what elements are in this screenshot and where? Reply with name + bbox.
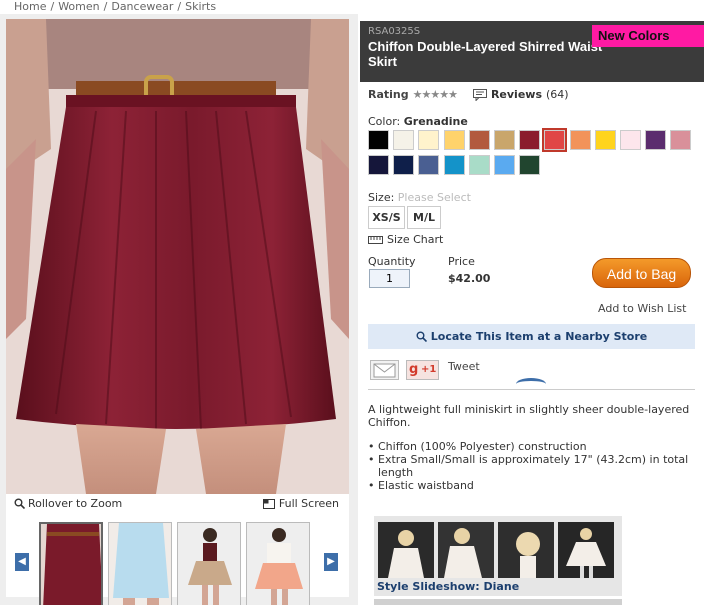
new-colors-badge: New Colors xyxy=(592,25,704,47)
breadcrumb: Home / Women / Dancewear / Skirts xyxy=(14,0,217,13)
color-swatch[interactable] xyxy=(443,130,465,150)
product-details-panel: RSA0325S Chiffon Double-Layered Shirred … xyxy=(358,14,704,605)
divider xyxy=(368,389,695,390)
size-chart-link[interactable]: Size Chart xyxy=(368,233,443,246)
feature-item: Extra Small/Small is approximately 17" (… xyxy=(368,453,698,479)
color-swatch[interactable] xyxy=(569,130,591,150)
reviews-link[interactable]: Reviews (64) xyxy=(472,88,569,101)
quantity-label: Quantity xyxy=(368,255,416,268)
color-swatch[interactable] xyxy=(645,130,667,150)
color-swatch[interactable] xyxy=(468,155,490,175)
thumbnail-4[interactable] xyxy=(246,522,310,605)
thumbnail-3[interactable] xyxy=(177,522,241,605)
product-features: Chiffon (100% Polyester) construction Ex… xyxy=(368,440,698,492)
google-plus-one-button[interactable]: g +1 xyxy=(406,360,439,380)
thumb-prev-button[interactable]: ◀ xyxy=(15,553,29,571)
size-option-xs-s[interactable]: XS/S xyxy=(368,206,405,229)
fullscreen-control[interactable]: Full Screen xyxy=(262,497,339,510)
color-swatch[interactable] xyxy=(594,130,616,150)
main-product-image[interactable] xyxy=(6,19,349,494)
feature-item: Chiffon (100% Polyester) construction xyxy=(368,440,698,453)
plus-one-label: +1 xyxy=(421,364,437,375)
price-label: Price xyxy=(448,255,475,268)
product-sku: RSA0325S xyxy=(368,26,421,37)
search-icon xyxy=(416,331,427,342)
locate-store-button[interactable]: Locate This Item at a Nearby Store xyxy=(368,324,695,349)
thumbnail-1[interactable] xyxy=(39,522,103,605)
color-swatch[interactable] xyxy=(494,130,515,150)
color-swatch[interactable] xyxy=(670,130,692,150)
size-placeholder: Please Select xyxy=(397,191,471,204)
color-swatch[interactable] xyxy=(418,155,440,175)
breadcrumb-home[interactable]: Home xyxy=(14,0,46,13)
magnifier-icon xyxy=(14,498,25,509)
thumbnail-2[interactable] xyxy=(108,522,172,605)
zoom-control[interactable]: Rollover to Zoom xyxy=(14,497,122,510)
slideshow-image-4[interactable] xyxy=(558,522,614,578)
rating-row: Rating ★★★★★ Reviews (64) xyxy=(368,88,569,101)
size-option-m-l[interactable]: M/L xyxy=(407,206,441,229)
color-swatch[interactable] xyxy=(542,128,568,152)
google-plus-icon: g xyxy=(409,362,419,377)
product-description: A lightweight full miniskirt in slightly… xyxy=(368,403,690,429)
size-label: Size: Please Select xyxy=(368,191,471,204)
breadcrumb-skirts[interactable]: Skirts xyxy=(185,0,216,13)
rating-label: Rating xyxy=(368,88,409,101)
breadcrumb-dancewear[interactable]: Dancewear xyxy=(111,0,173,13)
color-swatch[interactable] xyxy=(494,155,515,175)
color-swatch[interactable] xyxy=(418,130,440,150)
add-to-wish-list-link[interactable]: Add to Wish List xyxy=(598,302,686,315)
slideshow-image-3[interactable] xyxy=(498,522,554,578)
thumbnail-strip: ◀ ▶ xyxy=(6,511,349,605)
product-image-panel: Rollover to Zoom Full Screen ◀ ▶ xyxy=(0,14,358,605)
thumb-next-button[interactable]: ▶ xyxy=(324,553,338,571)
selected-color-name: Grenadine xyxy=(403,115,468,128)
color-swatch[interactable] xyxy=(519,130,541,150)
reviews-count: (64) xyxy=(546,88,569,101)
style-slideshow[interactable]: Style Slideshow: Diane xyxy=(374,516,622,596)
slideshow-image-2[interactable] xyxy=(438,522,494,578)
slideshow-bottom-bar xyxy=(374,599,622,605)
color-swatch[interactable] xyxy=(468,130,490,150)
color-swatch[interactable] xyxy=(368,155,389,175)
product-title: Chiffon Double-Layered Shirred Waist Ski… xyxy=(368,39,603,69)
slideshow-image-1[interactable] xyxy=(378,522,434,578)
breadcrumb-women[interactable]: Women xyxy=(58,0,99,13)
quantity-input[interactable] xyxy=(369,269,410,288)
thumb-1-garment xyxy=(43,524,101,605)
fullscreen-icon xyxy=(262,498,275,509)
feature-item: Elastic waistband xyxy=(368,479,698,492)
color-swatch[interactable] xyxy=(368,130,389,150)
price-value: $42.00 xyxy=(448,272,491,285)
color-label: Color: Grenadine xyxy=(368,115,468,128)
thumb-2-garment xyxy=(113,523,169,598)
fullscreen-label: Full Screen xyxy=(278,497,339,510)
ruler-icon xyxy=(368,235,383,244)
color-swatch[interactable] xyxy=(620,130,641,150)
zoom-label: Rollover to Zoom xyxy=(28,497,123,510)
thumb-4-garment xyxy=(255,563,303,589)
color-swatch[interactable] xyxy=(443,155,465,175)
color-swatch[interactable] xyxy=(393,130,415,150)
reviews-label: Reviews xyxy=(490,88,542,101)
slideshow-caption: Style Slideshow: Diane xyxy=(377,580,520,593)
product-header: RSA0325S Chiffon Double-Layered Shirred … xyxy=(360,21,704,82)
email-share-button[interactable] xyxy=(370,360,399,380)
rating-stars: ★★★★★ xyxy=(412,88,458,101)
add-to-bag-button[interactable]: Add to Bag xyxy=(592,258,691,288)
tweet-button[interactable]: Tweet xyxy=(448,360,480,373)
comment-icon xyxy=(472,88,487,101)
color-swatch[interactable] xyxy=(393,155,415,175)
color-swatch[interactable] xyxy=(519,155,541,175)
envelope-icon xyxy=(373,363,396,378)
